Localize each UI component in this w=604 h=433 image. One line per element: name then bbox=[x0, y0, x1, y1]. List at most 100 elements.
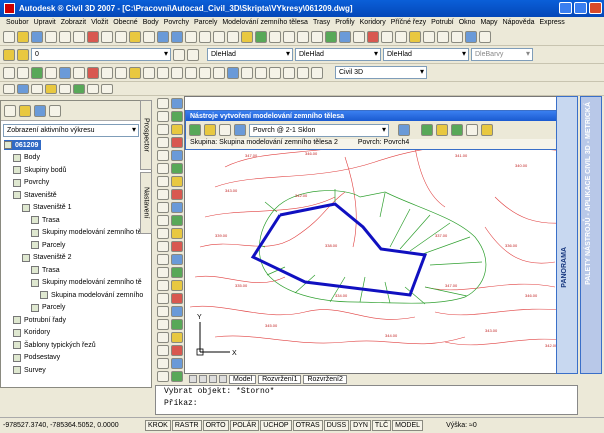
markup-icon[interactable] bbox=[297, 30, 309, 43]
tool-11-icon[interactable] bbox=[143, 66, 155, 79]
undo-icon[interactable] bbox=[157, 30, 169, 43]
menu-item[interactable]: Potrubí bbox=[431, 19, 454, 26]
menu-item[interactable]: Upravit bbox=[34, 19, 56, 26]
tool-7-icon[interactable] bbox=[87, 66, 99, 79]
draw-tool-icon[interactable] bbox=[157, 176, 169, 187]
tool-palettes-icon[interactable] bbox=[269, 30, 281, 43]
tab-prospector[interactable]: Prospector bbox=[140, 100, 152, 170]
make-current-icon[interactable] bbox=[173, 48, 185, 61]
grading-set-surface-icon[interactable] bbox=[204, 124, 216, 136]
tool-9-icon[interactable] bbox=[115, 66, 127, 79]
layer-combo[interactable]: 0 bbox=[31, 48, 171, 61]
color-combo[interactable]: DleHlad bbox=[207, 48, 293, 61]
tool-19-icon[interactable] bbox=[255, 66, 267, 79]
status-toggle[interactable]: DUSS bbox=[323, 420, 350, 431]
draw-tool-icon[interactable] bbox=[157, 319, 169, 330]
draw-tool-icon[interactable] bbox=[171, 358, 183, 369]
workspace-combo[interactable]: Civil 3D bbox=[335, 66, 427, 79]
new-icon[interactable] bbox=[3, 30, 15, 43]
menu-item[interactable]: Zobrazit bbox=[61, 19, 86, 26]
grading-delete-icon[interactable] bbox=[466, 124, 478, 136]
draw-tool-icon[interactable] bbox=[157, 189, 169, 200]
draw-tool-icon[interactable] bbox=[157, 137, 169, 148]
preview-icon[interactable] bbox=[59, 30, 71, 43]
tab-prev-button[interactable] bbox=[199, 375, 207, 383]
tool-5-icon[interactable] bbox=[59, 66, 71, 79]
draw-tool-icon[interactable] bbox=[157, 358, 169, 369]
grading-layer-icon[interactable] bbox=[234, 124, 246, 136]
tree-item[interactable]: Skupina modelování zemního bbox=[40, 290, 143, 300]
status-toggle[interactable]: KROK bbox=[145, 420, 171, 431]
draw-tool-icon[interactable] bbox=[171, 137, 183, 148]
draw-tool-icon[interactable] bbox=[157, 293, 169, 304]
polyline-tool-icon[interactable] bbox=[17, 66, 29, 79]
command-prompt[interactable]: Příkaz: bbox=[164, 398, 577, 410]
status-toggle[interactable]: RASTR bbox=[171, 420, 202, 431]
zoom-window-icon[interactable] bbox=[213, 30, 225, 43]
draw-tool-icon[interactable] bbox=[171, 98, 183, 109]
tab-first-button[interactable] bbox=[189, 375, 197, 383]
tab-last-button[interactable] bbox=[219, 375, 227, 383]
tree-item[interactable]: Staveniště 2 bbox=[22, 253, 72, 263]
tab-next-button[interactable] bbox=[209, 375, 217, 383]
draw-tool-icon[interactable] bbox=[171, 332, 183, 343]
grading-feature-line[interactable] bbox=[250, 202, 428, 297]
draw-tool-icon[interactable] bbox=[171, 150, 183, 161]
grading-criteria-combo[interactable]: Povrch @ 2-1 Sklon bbox=[249, 123, 389, 137]
menu-item[interactable]: Modelování zemního tělesa bbox=[222, 19, 308, 26]
tree-item[interactable]: Potrubní řady bbox=[13, 315, 66, 325]
tool-palettes-panel[interactable]: PALETY NÁSTROJŮ - APLIKACE CIVIL 3D - ME… bbox=[580, 96, 602, 374]
properties-icon[interactable] bbox=[241, 30, 253, 43]
menu-item[interactable]: Povrchy bbox=[164, 19, 189, 26]
status-toggle[interactable]: DYN bbox=[350, 420, 371, 431]
menu-item[interactable]: Body bbox=[143, 19, 159, 26]
grading-edit-2-icon[interactable] bbox=[436, 124, 448, 136]
tool-g-icon[interactable] bbox=[87, 83, 99, 94]
tree-item[interactable]: Trasa bbox=[31, 265, 60, 275]
civil-point-icon[interactable] bbox=[367, 30, 379, 43]
menu-item[interactable]: Obecné bbox=[113, 19, 138, 26]
save-icon[interactable] bbox=[31, 30, 43, 43]
draw-tool-icon[interactable] bbox=[157, 124, 169, 135]
menu-item[interactable]: Mapy bbox=[480, 19, 497, 26]
menu-item[interactable]: Koridory bbox=[360, 19, 386, 26]
tab-settings[interactable]: Nastavení bbox=[140, 172, 152, 234]
menu-item[interactable]: Příčné řezy bbox=[391, 19, 426, 26]
command-line[interactable]: Vybrat objekt: *Storno* Příkaz: bbox=[155, 385, 578, 415]
menu-item[interactable]: Okno bbox=[459, 19, 476, 26]
tool-23-icon[interactable] bbox=[311, 66, 323, 79]
zoom-previous-icon[interactable] bbox=[227, 30, 239, 43]
status-toggle[interactable]: ORTO bbox=[202, 420, 229, 431]
status-toggle[interactable]: OTRAS bbox=[292, 420, 323, 431]
tree-item[interactable]: Skupiny bodů bbox=[13, 165, 66, 175]
draw-tool-icon[interactable] bbox=[171, 319, 183, 330]
draw-tool-icon[interactable] bbox=[157, 111, 169, 122]
civil-section-icon[interactable] bbox=[423, 30, 435, 43]
civil-grading-icon[interactable] bbox=[409, 30, 421, 43]
match-properties-icon[interactable] bbox=[129, 30, 141, 43]
tree-item[interactable]: Povrchy bbox=[13, 178, 49, 188]
pan-icon[interactable] bbox=[185, 30, 197, 43]
prospector-tool-4-icon[interactable] bbox=[49, 104, 61, 117]
draw-tool-icon[interactable] bbox=[171, 163, 183, 174]
create-grading-icon[interactable] bbox=[398, 124, 410, 136]
draw-tool-icon[interactable] bbox=[171, 215, 183, 226]
tool-12-icon[interactable] bbox=[157, 66, 169, 79]
draw-tool-icon[interactable] bbox=[157, 150, 169, 161]
draw-tool-icon[interactable] bbox=[171, 202, 183, 213]
draw-tool-icon[interactable] bbox=[171, 228, 183, 239]
tree-item[interactable]: Trasa bbox=[31, 215, 60, 225]
civil-table-icon[interactable] bbox=[465, 30, 477, 43]
menu-item[interactable]: Nápověda bbox=[503, 19, 535, 26]
tree-item[interactable]: 061209 bbox=[4, 140, 42, 150]
menu-item[interactable]: Parcely bbox=[194, 19, 217, 26]
menu-item[interactable]: Trasy bbox=[313, 19, 330, 26]
tool-6-icon[interactable] bbox=[73, 66, 85, 79]
tool-e-icon[interactable] bbox=[59, 83, 71, 94]
publish-icon[interactable] bbox=[73, 30, 85, 43]
civil-label-icon[interactable] bbox=[451, 30, 463, 43]
close-button[interactable] bbox=[589, 2, 602, 14]
design-center-icon[interactable] bbox=[255, 30, 267, 43]
tool-14-icon[interactable] bbox=[185, 66, 197, 79]
draw-tool-icon[interactable] bbox=[157, 163, 169, 174]
